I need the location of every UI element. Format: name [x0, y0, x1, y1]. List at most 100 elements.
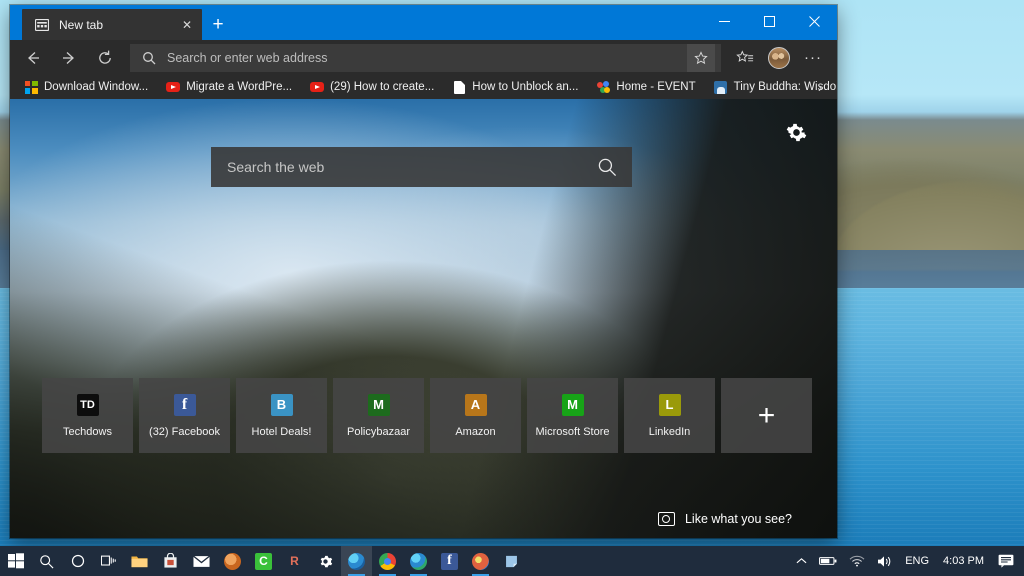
volume-icon[interactable] — [871, 546, 899, 576]
forward-button[interactable] — [52, 43, 86, 73]
tinybuddha-icon — [714, 80, 728, 94]
tile-icon: M — [367, 393, 390, 416]
web-search-input[interactable]: Search the web — [227, 159, 596, 175]
event-icon — [596, 80, 610, 94]
minimize-button[interactable] — [702, 5, 747, 38]
app-icon: R — [290, 554, 299, 568]
tile-icon: B — [270, 393, 293, 416]
bookmark-label: Migrate a WordPre... — [186, 81, 293, 93]
plus-icon: + — [757, 398, 776, 432]
tile-label: Microsoft Store — [535, 425, 610, 438]
background-feedback[interactable]: Like what you see? — [657, 512, 792, 526]
settings-button[interactable] — [310, 546, 341, 576]
tile-linkedin[interactable]: L LinkedIn — [624, 378, 715, 453]
gear-icon[interactable] — [785, 121, 807, 143]
tile-facebook[interactable]: f (32) Facebook — [139, 378, 230, 453]
app-icon: C — [255, 552, 272, 570]
tab-strip: New tab ✕ + — [10, 5, 234, 40]
new-tab-button[interactable]: + — [202, 9, 234, 40]
more-options-button[interactable]: ··· — [797, 43, 829, 73]
navigation-bar: Search or enter web address ··· — [10, 40, 837, 75]
top-sites-tiles: TD Techdows f (32) Facebook B Hotel Deal… — [42, 378, 812, 453]
maximize-button[interactable] — [747, 5, 792, 38]
file-explorer-button[interactable] — [124, 546, 155, 576]
bookmark-label: Download Window... — [44, 81, 149, 93]
tile-techdows[interactable]: TD Techdows — [42, 378, 133, 453]
background-feedback-label: Like what you see? — [684, 512, 792, 526]
bookmark-migrate-wordpress[interactable]: Migrate a WordPre... — [166, 80, 301, 94]
profile-avatar[interactable] — [763, 43, 795, 73]
close-button[interactable] — [792, 5, 837, 38]
camera-icon — [657, 512, 675, 526]
search-button[interactable] — [31, 546, 62, 576]
sticky-notes-button[interactable] — [496, 546, 527, 576]
tile-label: Amazon — [455, 425, 496, 438]
add-favorite-icon[interactable] — [687, 43, 715, 72]
app-orange-button[interactable] — [217, 546, 248, 576]
tile-icon: A — [464, 393, 487, 416]
bookmark-how-to-create[interactable]: (29) How to create... — [310, 80, 443, 94]
app-icon — [410, 552, 427, 570]
tile-microsoft-store[interactable]: M Microsoft Store — [527, 378, 618, 453]
tab-new-tab[interactable]: New tab ✕ — [22, 9, 202, 40]
address-bar[interactable]: Search or enter web address — [130, 43, 721, 72]
tile-amazon[interactable]: A Amazon — [430, 378, 521, 453]
action-center-button[interactable] — [992, 546, 1020, 576]
taskbar-apps: C R f — [0, 546, 527, 576]
microsoft-store-button[interactable] — [155, 546, 186, 576]
app-icon — [379, 552, 396, 570]
task-view-button[interactable] — [93, 546, 124, 576]
bookmark-label: Home - EVENT — [616, 81, 696, 93]
tile-icon: M — [561, 393, 584, 416]
windows-icon — [24, 80, 38, 94]
microsoft-edge-button[interactable] — [341, 546, 372, 576]
window-controls — [702, 5, 837, 38]
tile-icon: L — [658, 393, 681, 416]
add-tile-button[interactable]: + — [721, 378, 812, 453]
start-button[interactable] — [0, 546, 31, 576]
address-input[interactable]: Search or enter web address — [167, 51, 678, 65]
app-icon — [472, 552, 489, 570]
search-icon[interactable] — [596, 156, 618, 178]
bookmark-label: (29) How to create... — [330, 81, 435, 93]
tile-policybazaar[interactable]: M Policybazaar — [333, 378, 424, 453]
paint-button[interactable] — [465, 546, 496, 576]
bookmark-how-to-unblock[interactable]: How to Unblock an... — [452, 80, 587, 94]
tile-icon: f — [173, 393, 196, 416]
desktop: New tab ✕ + Search or enter web address … — [0, 0, 1024, 576]
tile-label: Policybazaar — [347, 425, 410, 438]
language-indicator[interactable]: ENG — [899, 546, 935, 576]
cortana-button[interactable] — [62, 546, 93, 576]
app-icon — [348, 552, 365, 570]
mail-button[interactable] — [186, 546, 217, 576]
browser-window: New tab ✕ + Search or enter web address … — [10, 5, 837, 538]
tile-hotel-deals[interactable]: B Hotel Deals! — [236, 378, 327, 453]
bookmark-download-windows[interactable]: Download Window... — [24, 80, 157, 94]
tile-label: LinkedIn — [648, 425, 691, 438]
back-button[interactable] — [16, 43, 50, 73]
avatar — [768, 46, 790, 69]
bookmark-label: How to Unblock an... — [472, 81, 579, 93]
app-jr-button[interactable]: R — [279, 546, 310, 576]
app-icon: f — [441, 552, 458, 570]
facebook-button[interactable]: f — [434, 546, 465, 576]
bookmark-home-event[interactable]: Home - EVENT — [596, 80, 704, 94]
new-tab-page: Search the web TD Techdows f (32) Facebo… — [10, 99, 837, 538]
edge-dev-button[interactable] — [403, 546, 434, 576]
title-bar: New tab ✕ + — [10, 5, 837, 40]
favorites-hub-icon[interactable] — [729, 43, 761, 73]
bookmarks-overflow-button[interactable]: › — [809, 75, 831, 99]
new-tab-icon — [34, 17, 50, 33]
battery-icon[interactable] — [813, 546, 843, 576]
app-green-button[interactable]: C — [248, 546, 279, 576]
show-hidden-icons-button[interactable] — [790, 546, 813, 576]
bookmarks-bar: Download Window... Migrate a WordPre... … — [10, 75, 837, 99]
google-chrome-button[interactable] — [372, 546, 403, 576]
clock[interactable]: 4:03 PM — [935, 546, 992, 576]
close-icon[interactable]: ✕ — [178, 16, 196, 34]
web-search-box[interactable]: Search the web — [211, 147, 632, 187]
refresh-button[interactable] — [88, 43, 122, 73]
wifi-icon[interactable] — [843, 546, 871, 576]
tile-icon: TD — [76, 393, 99, 416]
document-icon — [452, 80, 466, 94]
